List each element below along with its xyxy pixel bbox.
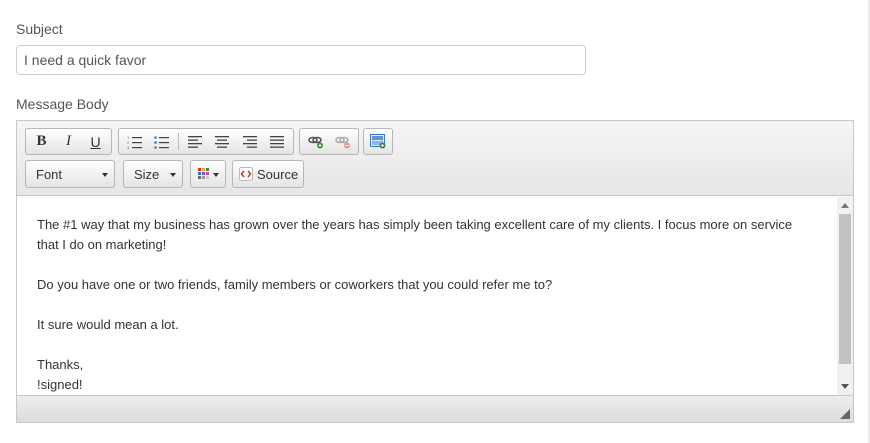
bold-button[interactable]: B	[28, 130, 55, 153]
align-center-button[interactable]	[208, 130, 236, 153]
unlink-button[interactable]	[329, 130, 356, 153]
align-center-icon	[215, 135, 230, 148]
insert-image-button[interactable]	[366, 130, 390, 153]
subject-input[interactable]	[16, 45, 586, 75]
editor-footer	[17, 395, 853, 422]
text-color-icon	[198, 168, 209, 179]
chevron-down-icon	[102, 173, 108, 177]
body-paragraph: !signed!	[37, 377, 83, 392]
font-dropdown[interactable]: Font	[25, 160, 115, 188]
link-icon	[307, 136, 323, 148]
italic-button[interactable]: I	[55, 130, 82, 153]
size-dropdown[interactable]: Size	[123, 160, 183, 188]
subject-label: Subject	[16, 21, 63, 37]
bulleted-list-icon	[154, 135, 170, 149]
message-body-label: Message Body	[16, 96, 109, 112]
basic-styles-group: B I U	[25, 128, 112, 155]
bulleted-list-button[interactable]	[149, 130, 177, 153]
link-button[interactable]	[302, 130, 329, 153]
numbered-list-button[interactable]: 1 2 3	[121, 130, 149, 153]
align-right-icon	[242, 135, 257, 148]
underline-button[interactable]: U	[82, 130, 109, 153]
scroll-down-arrow-icon[interactable]	[841, 384, 849, 389]
numbered-list-icon: 1 2 3	[127, 135, 142, 149]
body-paragraph: The #1 way that my business has grown ov…	[37, 217, 793, 252]
source-icon	[239, 167, 253, 181]
font-dropdown-label: Font	[36, 166, 63, 182]
body-paragraph: Do you have one or two friends, family m…	[37, 277, 553, 292]
scroll-up-arrow-icon[interactable]	[841, 203, 849, 208]
chevron-down-icon	[213, 173, 219, 177]
resize-handle-icon[interactable]	[840, 409, 850, 419]
align-left-icon	[187, 135, 202, 148]
chevron-down-icon	[170, 173, 176, 177]
align-justify-icon	[270, 135, 285, 148]
source-button[interactable]: Source	[232, 160, 304, 188]
size-dropdown-label: Size	[134, 166, 160, 182]
insert-image-icon	[370, 134, 386, 149]
editor-content[interactable]: The #1 way that my business has grown ov…	[17, 197, 837, 395]
scrollbar-thumb[interactable]	[839, 214, 851, 364]
unlink-icon	[334, 136, 350, 148]
link-group	[299, 128, 359, 155]
toolbar-separator	[178, 133, 179, 150]
editor-scrollbar[interactable]	[837, 197, 853, 395]
editor-toolbar: B I U 1 2 3 Font Size Source	[17, 121, 853, 196]
align-right-button[interactable]	[236, 130, 264, 153]
rich-text-editor: B I U 1 2 3 Font Size Source The #1 way …	[16, 120, 854, 423]
source-button-label: Source	[257, 166, 299, 182]
insert-group	[363, 128, 393, 155]
body-paragraph: It sure would mean a lot.	[37, 317, 179, 332]
svg-text:3: 3	[127, 145, 130, 149]
text-color-button[interactable]	[190, 160, 226, 188]
paragraph-group: 1 2 3	[118, 128, 294, 155]
align-justify-button[interactable]	[263, 130, 291, 153]
body-paragraph: Thanks,	[37, 357, 84, 372]
align-left-button[interactable]	[181, 130, 209, 153]
